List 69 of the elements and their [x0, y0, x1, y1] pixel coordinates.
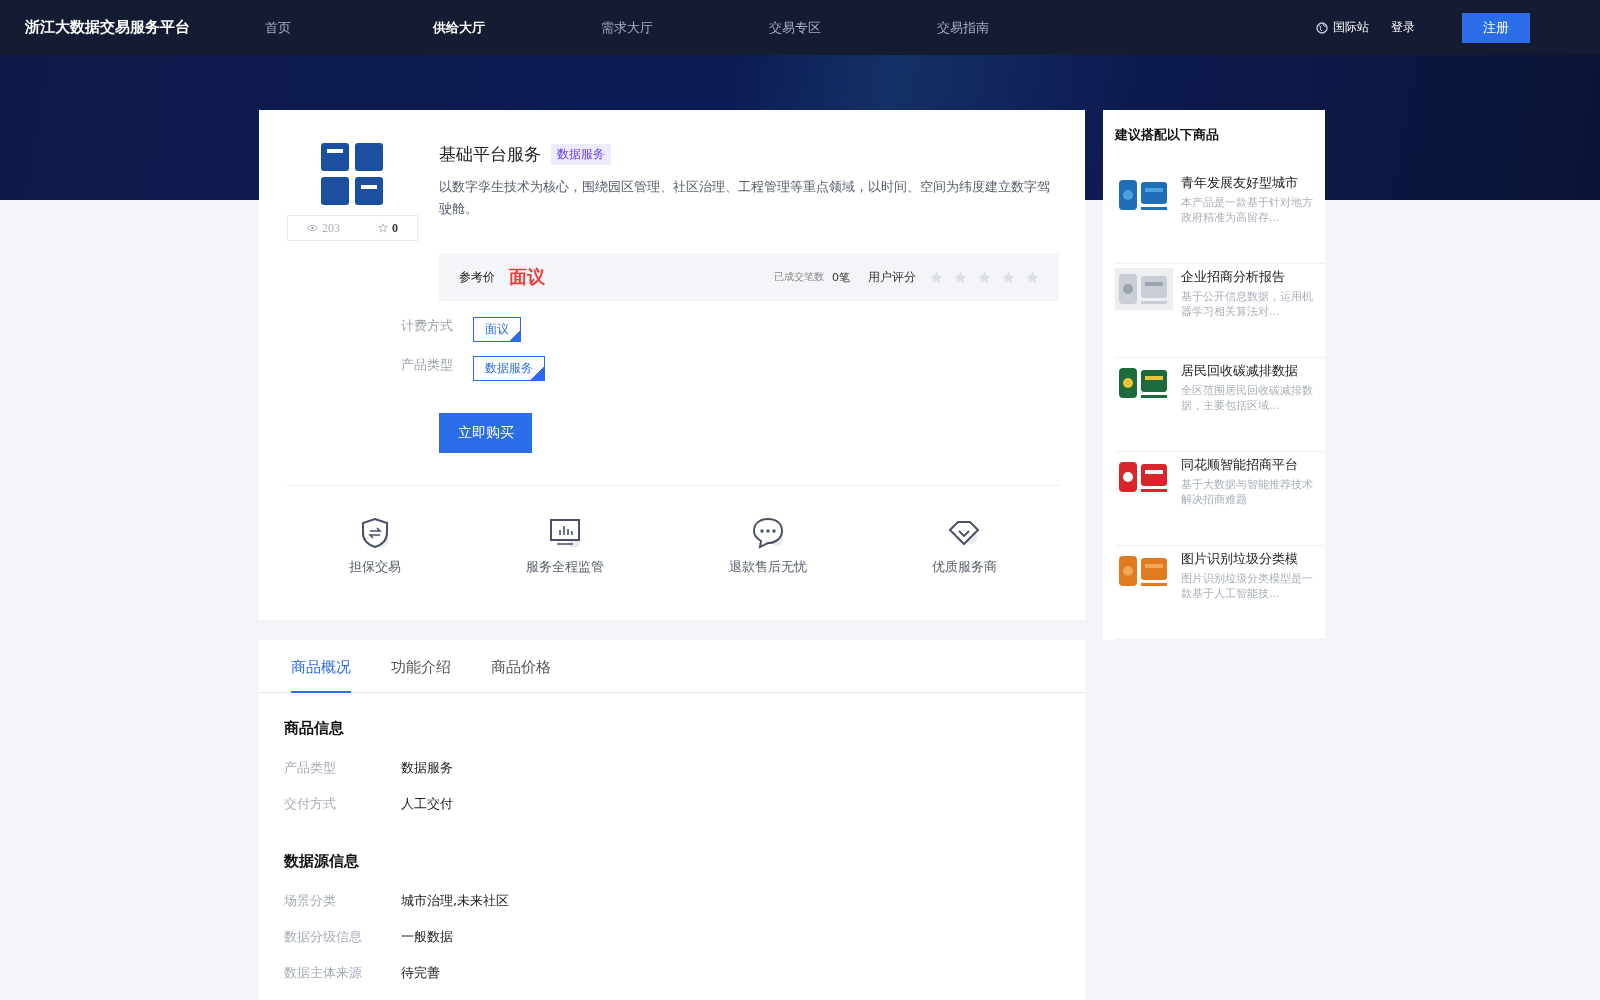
rating-star-icon [954, 270, 967, 284]
product-name: 青年发展友好型城市 [1181, 174, 1299, 191]
field-label: 数据分级信息 [284, 928, 363, 946]
product-summary: 图片识别垃圾分类模型是一款基于人工智能技... [1181, 571, 1314, 601]
nav-link[interactable]: 首页 [265, 18, 433, 37]
field-label: 数据主体来源 [284, 964, 363, 982]
chat-bubble-icon [750, 516, 785, 550]
option-chip[interactable]: 数据服务 [473, 356, 545, 381]
product-summary: 全区范围居民回收碳减排数据，主要包括区域... [1181, 383, 1314, 413]
option-label: 计费方式 [401, 317, 454, 335]
rating-star-icon [978, 270, 991, 284]
field-label: 交付方式 [284, 795, 337, 813]
category-tag: 数据服务 [551, 144, 611, 165]
nav-link[interactable]: 交易指南 [937, 18, 1105, 37]
nav-link[interactable]: 需求大厅 [601, 18, 769, 37]
deals-count: 0笔 [832, 269, 850, 285]
field-value: 一般数据 [401, 928, 453, 946]
globe-icon [1316, 21, 1328, 34]
product-name: 同花顺智能招商平台 [1181, 456, 1299, 473]
field-value: 待完善 [401, 964, 440, 982]
recommended-product[interactable]: 青年发展友好型城市 本产品是一款基于针对地方政府精准为高留存... [1115, 170, 1325, 264]
price-label: 参考价 [459, 268, 495, 286]
product-name: 图片识别垃圾分类模 [1181, 550, 1299, 567]
product-summary: 基于大数据与智能推荐技术解决招商难题 [1181, 477, 1314, 507]
rating-label: 用户评分 [868, 268, 916, 286]
product-name: 企业招商分析报告 [1181, 268, 1286, 285]
price-value: 面议 [509, 265, 545, 289]
rating-star-icon [1026, 270, 1039, 284]
tab[interactable]: 商品价格 [491, 640, 551, 693]
recommended-product[interactable]: 图片识别垃圾分类模 图片识别垃圾分类模型是一款基于人工智能技... [1115, 546, 1325, 640]
site-logo[interactable]: 浙江大数据交易服务平台 [25, 18, 265, 37]
recommended-product[interactable]: 同花顺智能招商平台 基于大数据与智能推荐技术解决招商难题 [1115, 452, 1325, 546]
section-title: 数据源信息 [284, 852, 360, 871]
field-value: 人工交付 [401, 795, 453, 813]
nav-link[interactable]: 供给大厅 [433, 18, 601, 37]
login-link[interactable]: 登录 [1391, 19, 1415, 36]
deals-label: 已成交笔数 [774, 270, 824, 284]
product-description: 以数字孪生技术为核心，围绕园区管理、社区治理、工程管理等重点领域，以时间、空间为纬度建立数字驾驶舱。 [439, 178, 1051, 218]
product-summary: 本产品是一款基于针对地方政府精准为高留存... [1181, 195, 1314, 225]
field-label: 场景分类 [284, 892, 337, 910]
rating-star-icon [1002, 270, 1015, 284]
rating-star-icon [930, 270, 943, 284]
field-value: 数据服务 [401, 759, 453, 777]
tab[interactable]: 商品概况 [291, 640, 351, 693]
guarantee-label: 优质服务商 [931, 558, 997, 576]
product-title: 基础平台服务 [439, 143, 541, 166]
recommended-product[interactable]: 企业招商分析报告 基于公开信息数据，运用机器学习相关算法对... [1115, 264, 1325, 358]
buy-now-button[interactable]: 立即购买 [439, 413, 532, 453]
panel-title: 建议搭配以下商品 [1115, 126, 1220, 144]
field-label: 产品类型 [284, 759, 337, 777]
section-title: 商品信息 [284, 719, 345, 738]
eye-icon [307, 224, 318, 232]
guarantee-label: 服务全程监管 [525, 558, 604, 576]
register-button[interactable]: 注册 [1462, 12, 1530, 43]
field-value: 城市治理,未来社区 [401, 892, 510, 910]
recommended-product[interactable]: 居民回收碳减排数据 全区范围居民回收碳减排数据，主要包括区域... [1115, 358, 1325, 452]
language-link[interactable]: 国际站 [1316, 19, 1369, 36]
view-count: 203 [322, 220, 340, 236]
favorite-count: 0 [392, 220, 398, 236]
guarantee-label: 担保交易 [348, 558, 401, 576]
guarantee-label: 退款售后无忧 [728, 558, 807, 576]
option-chip[interactable]: 面议 [473, 317, 521, 342]
star-icon [378, 223, 388, 233]
product-name: 居民回收碳减排数据 [1181, 362, 1299, 379]
tab[interactable]: 功能介绍 [391, 640, 451, 693]
option-label: 产品类型 [401, 356, 454, 374]
nav-link[interactable]: 交易专区 [769, 18, 937, 37]
product-summary: 基于公开信息数据，运用机器学习相关算法对... [1181, 289, 1314, 319]
monitor-chart-icon [547, 516, 582, 550]
